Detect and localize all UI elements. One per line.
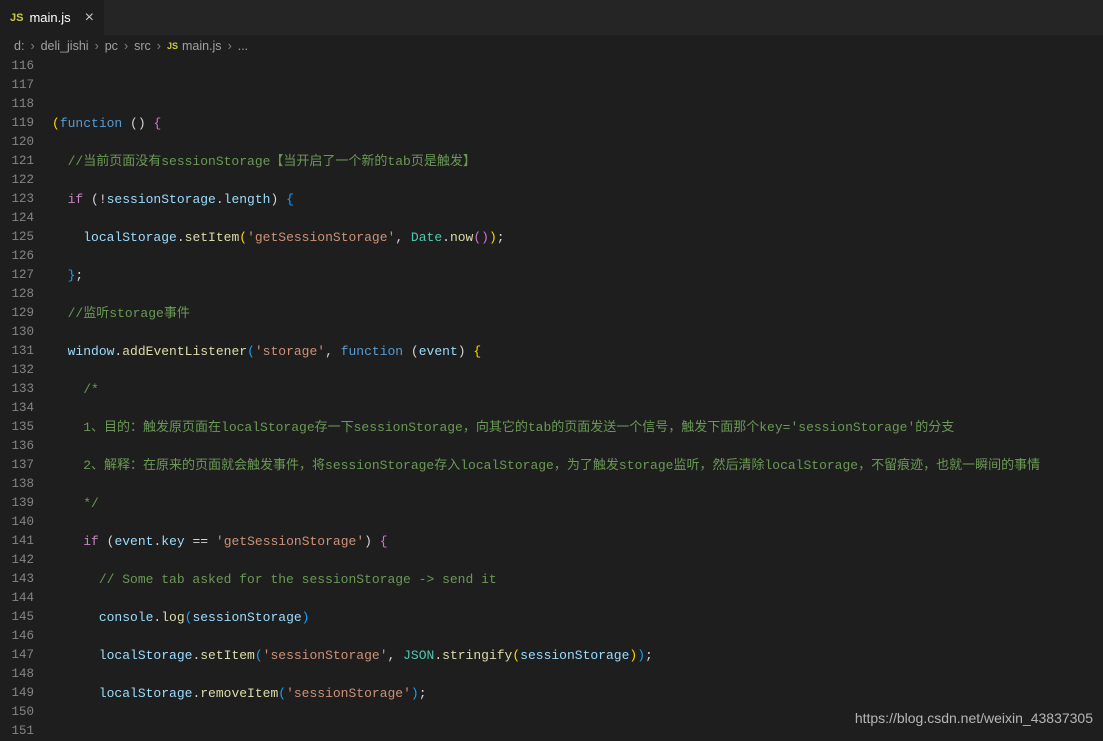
chevron-right-icon: › [157,39,161,53]
line-number: 141 [0,532,34,551]
js-icon: JS [10,12,23,24]
line-number: 131 [0,342,34,361]
chevron-right-icon: › [30,39,34,53]
line-number-gutter: 1161171181191201211221231241251261271281… [0,57,52,738]
line-number: 132 [0,361,34,380]
chevron-right-icon: › [95,39,99,53]
js-icon: JS [167,41,178,51]
breadcrumb-trail[interactable]: ... [238,39,248,53]
line-number: 150 [0,703,34,722]
line-number: 136 [0,437,34,456]
code-editor[interactable]: 1161171181191201211221231241251261271281… [0,57,1103,738]
line-number: 119 [0,114,34,133]
line-number: 151 [0,722,34,741]
line-number: 140 [0,513,34,532]
line-number: 143 [0,570,34,589]
tab-bar: JS main.js × [0,0,1103,35]
line-number: 145 [0,608,34,627]
line-number: 121 [0,152,34,171]
line-number: 138 [0,475,34,494]
chevron-right-icon: › [124,39,128,53]
breadcrumb-part[interactable]: deli_jishi [41,39,89,53]
file-tab-main-js[interactable]: JS main.js × [0,0,105,35]
watermark: https://blog.csdn.net/weixin_43837305 [855,710,1093,726]
line-number: 147 [0,646,34,665]
line-number: 139 [0,494,34,513]
line-number: 133 [0,380,34,399]
line-number: 126 [0,247,34,266]
line-number: 142 [0,551,34,570]
line-number: 120 [0,133,34,152]
close-icon[interactable]: × [85,10,94,26]
breadcrumb-part[interactable]: pc [105,39,118,53]
tab-filename: main.js [29,10,70,25]
line-number: 125 [0,228,34,247]
breadcrumb-part[interactable]: d: [14,39,24,53]
line-number: 124 [0,209,34,228]
breadcrumb-part[interactable]: src [134,39,151,53]
line-number: 134 [0,399,34,418]
line-number: 128 [0,285,34,304]
line-number: 144 [0,589,34,608]
line-number: 135 [0,418,34,437]
line-number: 129 [0,304,34,323]
line-number: 122 [0,171,34,190]
line-number: 149 [0,684,34,703]
code-content[interactable]: (function () { //当前页面没有sessionStorage【当开… [52,57,1103,738]
line-number: 123 [0,190,34,209]
line-number: 146 [0,627,34,646]
line-number: 118 [0,95,34,114]
line-number: 137 [0,456,34,475]
line-number: 130 [0,323,34,342]
line-number: 127 [0,266,34,285]
line-number: 116 [0,57,34,76]
breadcrumb[interactable]: d: › deli_jishi › pc › src › JS main.js › ... [0,35,1103,57]
line-number: 117 [0,76,34,95]
line-number: 148 [0,665,34,684]
chevron-right-icon: › [228,39,232,53]
breadcrumb-file[interactable]: main.js [182,39,222,53]
